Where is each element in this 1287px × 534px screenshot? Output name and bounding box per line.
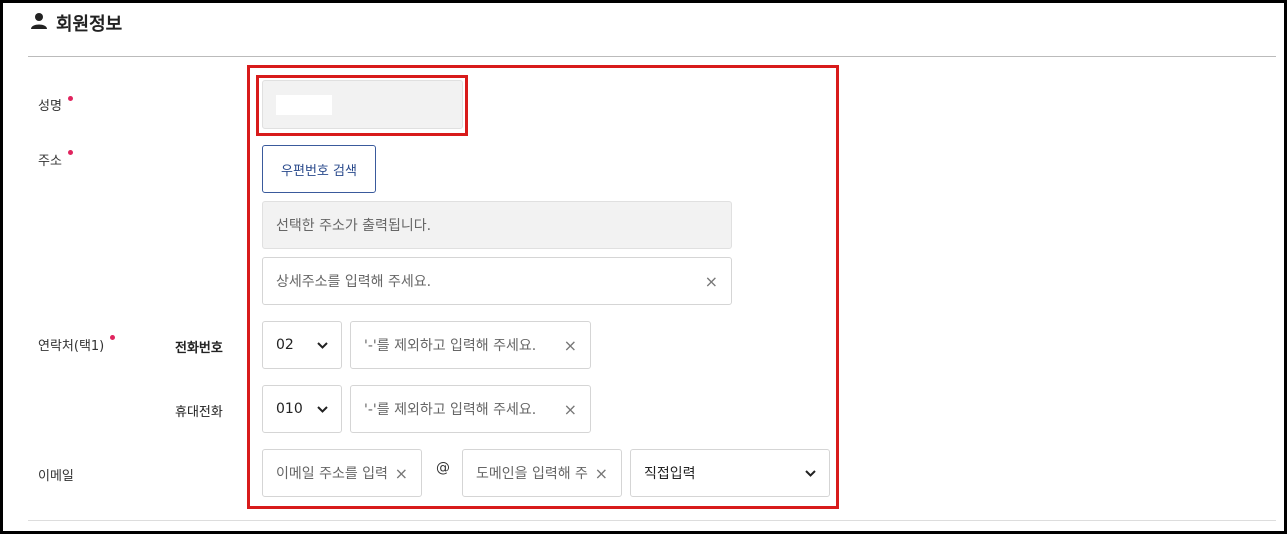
email-domain-select[interactable]: 직접입력 bbox=[630, 449, 830, 497]
mobile-number-input[interactable]: '-'를 제외하고 입력해 주세요. × bbox=[350, 385, 591, 433]
phone-number-placeholder: '-'를 제외하고 입력해 주세요. bbox=[364, 338, 537, 354]
selected-address-placeholder: 선택한 주소가 출력됩니다. bbox=[276, 218, 432, 234]
chevron-down-icon bbox=[317, 341, 328, 349]
detail-address-input[interactable]: 상세주소를 입력해 주세요. × bbox=[262, 257, 732, 305]
mobile-number-placeholder: '-'를 제외하고 입력해 주세요. bbox=[364, 402, 537, 418]
bottom-divider bbox=[28, 520, 1276, 521]
address-label: 주소 bbox=[38, 154, 62, 169]
clear-icon[interactable]: × bbox=[564, 400, 577, 419]
required-dot bbox=[110, 335, 115, 340]
postcode-search-button[interactable]: 우편번호 검색 bbox=[262, 145, 376, 193]
contact-label: 연락처(택1) bbox=[38, 339, 105, 354]
email-id-input[interactable]: 이메일 주소를 입력 × bbox=[262, 449, 422, 497]
required-dot bbox=[68, 150, 73, 155]
name-label: 성명 bbox=[38, 99, 62, 114]
name-field[interactable] bbox=[262, 80, 463, 129]
email-domain-select-value: 직접입력 bbox=[644, 466, 696, 482]
mobile-prefix-select[interactable]: 010 bbox=[262, 385, 342, 433]
mobile-prefix-value: 010 bbox=[276, 401, 303, 417]
email-at-sign: @ bbox=[436, 460, 450, 476]
phone-number-input[interactable]: '-'를 제외하고 입력해 주세요. × bbox=[350, 321, 591, 369]
required-dot bbox=[68, 96, 73, 101]
user-icon bbox=[30, 12, 48, 34]
detail-address-placeholder: 상세주소를 입력해 주세요. bbox=[276, 274, 432, 290]
email-label: 이메일 bbox=[38, 469, 74, 484]
section-title: 회원정보 bbox=[56, 14, 123, 35]
phone-prefix-select[interactable]: 02 bbox=[262, 321, 342, 369]
clear-icon[interactable]: × bbox=[395, 464, 408, 483]
email-domain-placeholder: 도메인을 입력해 주 bbox=[476, 466, 588, 482]
email-id-placeholder: 이메일 주소를 입력 bbox=[276, 466, 388, 482]
clear-icon[interactable]: × bbox=[564, 336, 577, 355]
section-divider bbox=[28, 56, 1276, 57]
chevron-down-icon bbox=[317, 405, 328, 413]
phone-label: 전화번호 bbox=[175, 341, 223, 356]
mobile-label: 휴대전화 bbox=[175, 405, 223, 420]
section-header: 회원정보 bbox=[30, 10, 122, 36]
email-domain-input[interactable]: 도메인을 입력해 주 × bbox=[462, 449, 622, 497]
selected-address-field: 선택한 주소가 출력됩니다. bbox=[262, 201, 732, 249]
chevron-down-icon bbox=[805, 469, 816, 477]
phone-prefix-value: 02 bbox=[276, 337, 294, 353]
clear-icon[interactable]: × bbox=[595, 464, 608, 483]
name-redaction bbox=[276, 94, 332, 115]
clear-icon[interactable]: × bbox=[705, 272, 718, 291]
